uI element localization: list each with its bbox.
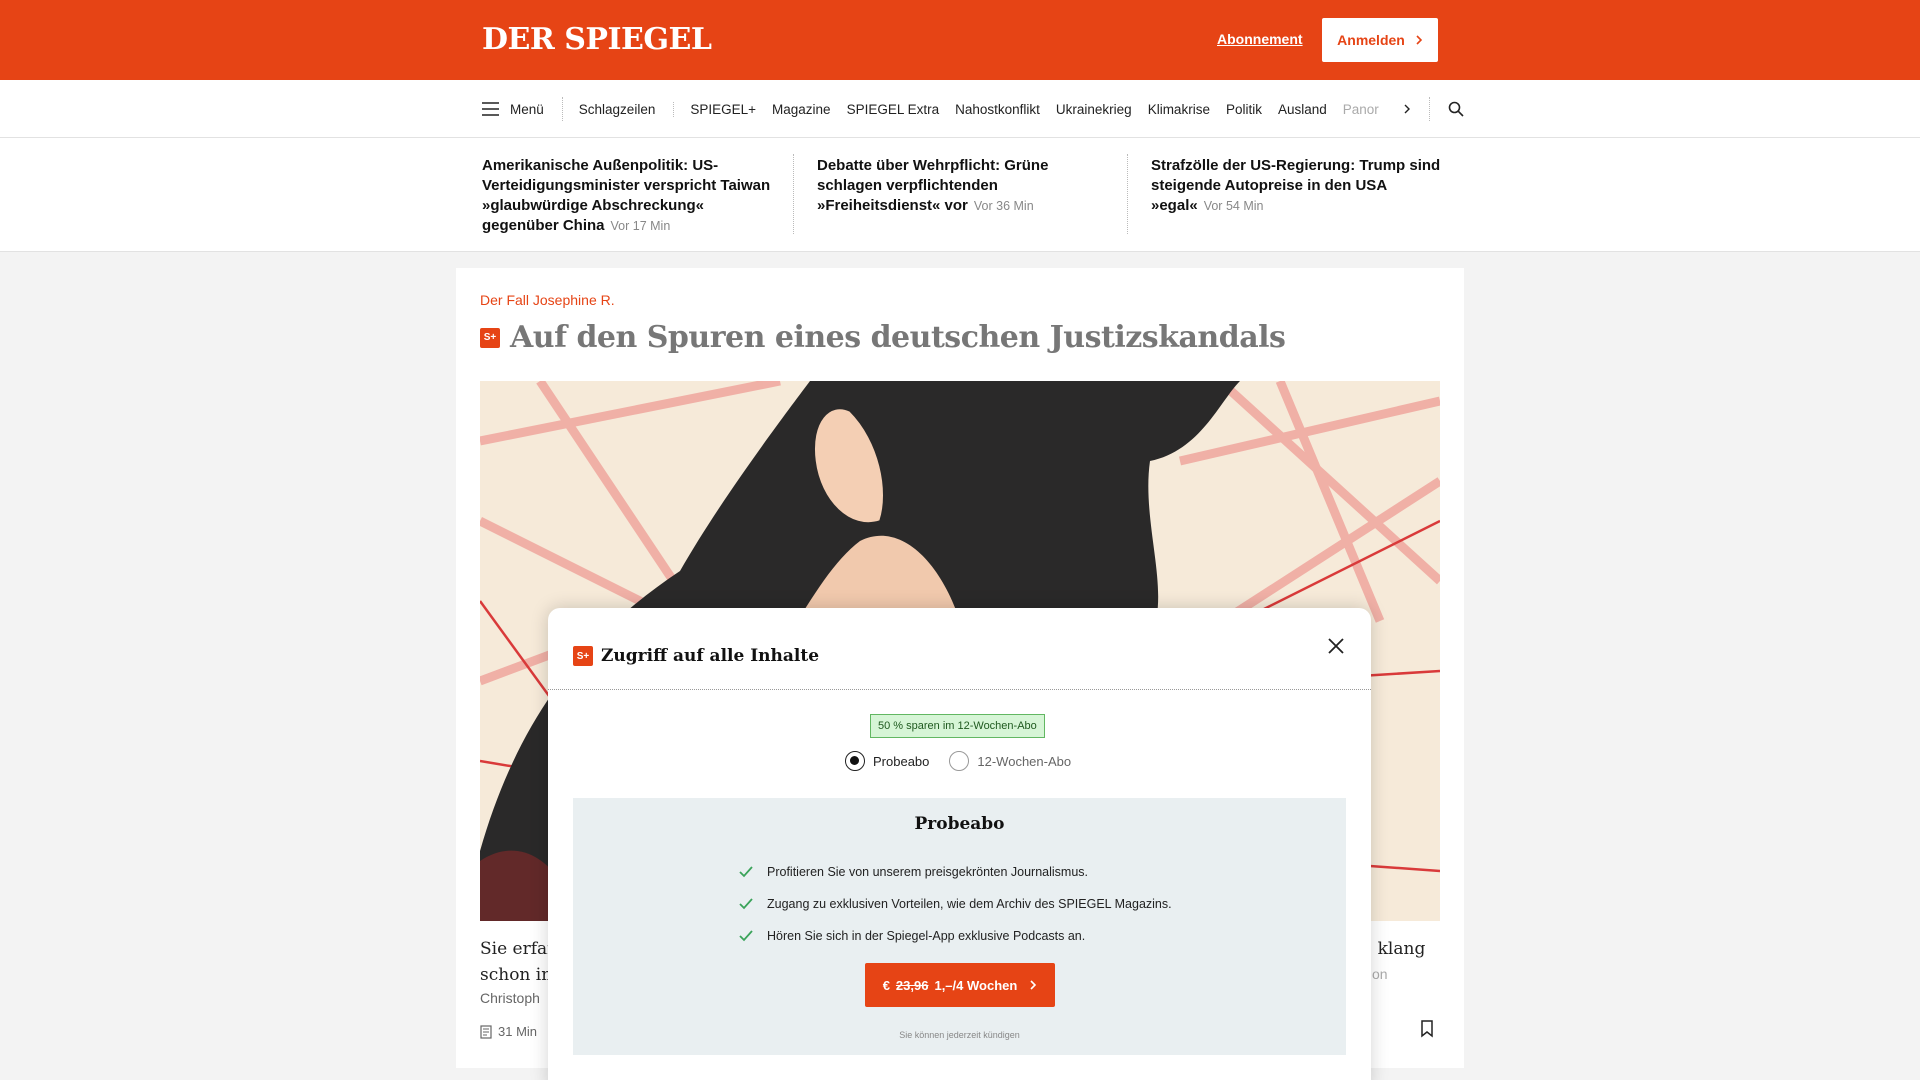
benefit-list: Profitieren Sie von unserem preisgekrönt… [739, 856, 1172, 952]
benefit-item: Hören Sie sich in der Spiegel-App exklus… [739, 920, 1172, 952]
headline-time: Vor 36 Min [973, 199, 1034, 213]
nav-item-spiegel-plus[interactable]: SPIEGEL+ [682, 102, 764, 117]
nav-item-spiegel-extra[interactable]: SPIEGEL Extra [839, 102, 948, 117]
radio-12-wochen-abo[interactable]: 12-Wochen-Abo [949, 751, 1071, 771]
benefit-text: Profitieren Sie von unserem preisgekrönt… [767, 865, 1088, 879]
radio-probeabo[interactable]: Probeabo [845, 751, 929, 771]
article-kicker[interactable]: Der Fall Josephine R. [480, 292, 615, 308]
plan-selector: Probeabo 12-Wochen-Abo [845, 751, 1091, 771]
spiegel-plus-badge: S+ [480, 327, 500, 348]
benefit-item: Zugang zu exklusiven Vorteilen, wie dem … [739, 888, 1172, 920]
headline-time: Vor 54 Min [1203, 199, 1264, 213]
teaser-line: schon im [480, 965, 550, 985]
close-icon [1328, 638, 1344, 654]
nav-item-nahostkonflikt[interactable]: Nahostkonflikt [947, 102, 1048, 117]
cta-old-price: 23,96 [895, 977, 929, 993]
article-author-right: on [1372, 966, 1388, 982]
nav-item-ukrainekrieg[interactable]: Ukrainekrieg [1048, 102, 1140, 117]
nav-item-ausland[interactable]: Ausland [1270, 102, 1335, 117]
paywall-modal: S+ Zugriff auf alle Inhalte 50 % sparen … [548, 608, 1371, 1080]
chevron-right-icon [1416, 35, 1422, 45]
teaser-line: Sie erfan [480, 939, 550, 959]
check-icon [739, 930, 753, 942]
modal-header: S+ Zugriff auf alle Inhalte [548, 608, 1371, 690]
article-title: Auf den Spuren eines deutschen Justizska… [510, 320, 1286, 355]
nav-item-klimakrise[interactable]: Klimakrise [1140, 102, 1218, 117]
chevron-right-icon [1030, 980, 1037, 990]
logo[interactable]: DER SPIEGEL [482, 22, 712, 57]
nav-item-panorama[interactable]: Panor [1335, 102, 1387, 117]
article-headline[interactable]: S+ Auf den Spuren eines deutschen Justiz… [480, 320, 1286, 355]
divider [1127, 154, 1128, 234]
headline-time: Vor 17 Min [610, 219, 671, 233]
check-icon [739, 898, 753, 910]
login-button-label: Anmelden [1337, 32, 1405, 48]
bookmark-icon [1421, 1020, 1433, 1038]
subscription-link[interactable]: Abonnement [1217, 31, 1303, 47]
headline-item[interactable]: Strafzölle der US-Regierung: Trump sind … [1151, 156, 1441, 216]
divider [793, 154, 794, 234]
article-teaser-left[interactable]: Sie erfan schon im [480, 936, 550, 988]
top-bar: DER SPIEGEL Abonnement Anmelden [0, 0, 1920, 80]
headline-item[interactable]: Debatte über Wehrpflicht: Grüne schlagen… [817, 156, 1107, 216]
search-button[interactable] [1448, 101, 1464, 117]
chevron-right-icon [1404, 104, 1410, 114]
radio-indicator [949, 751, 970, 771]
read-time: 31 Min [480, 1024, 537, 1039]
radio-label: 12-Wochen-Abo [977, 753, 1072, 769]
menu-label: Menü [510, 101, 544, 117]
nav-item-schlagzeilen[interactable]: Schlagzeilen [563, 101, 675, 117]
login-button[interactable]: Anmelden [1322, 18, 1438, 62]
check-icon [739, 866, 753, 878]
cta-currency: € [882, 977, 890, 993]
benefit-text: Hören Sie sich in der Spiegel-App exklus… [767, 929, 1086, 943]
nav-item-magazine[interactable]: Magazine [764, 102, 839, 117]
bookmark-button[interactable] [1420, 1020, 1434, 1043]
close-button[interactable] [1324, 634, 1348, 658]
radio-label: Probeabo [873, 753, 930, 769]
cancel-note: Sie können jederzeit kündigen [899, 1030, 1020, 1040]
nav-item-politik[interactable]: Politik [1218, 102, 1270, 117]
subscribe-button[interactable]: € 23,96 1,–/4 Wochen [865, 963, 1055, 1007]
radio-indicator [845, 751, 865, 771]
benefit-item: Profitieren Sie von unserem preisgekrönt… [739, 856, 1172, 888]
headline-title: Strafzölle der US-Regierung: Trump sind … [1151, 157, 1441, 214]
read-time-label: 31 Min [498, 1024, 538, 1039]
nav-scroll-right[interactable] [1403, 97, 1430, 121]
offer-box: Probeabo Profitieren Sie von unserem pre… [573, 798, 1346, 1055]
article-teaser-right[interactable]: ... klang [1356, 936, 1456, 962]
menu-button[interactable]: Menü [482, 97, 563, 121]
search-icon [1448, 101, 1464, 117]
cta-new-price: 1,–/4 Wochen [934, 977, 1018, 993]
modal-title: Zugriff auf alle Inhalte [601, 646, 820, 666]
savings-badge: 50 % sparen im 12-Wochen-Abo [870, 714, 1045, 738]
article-icon [480, 1024, 492, 1039]
offer-title: Probeabo [914, 814, 1005, 834]
headline-item[interactable]: Amerikanische Außenpolitik: US-Verteidig… [482, 156, 772, 236]
headlines-strip: Amerikanische Außenpolitik: US-Verteidig… [0, 138, 1920, 252]
main-nav: Menü Schlagzeilen SPIEGEL+ Magazine SPIE… [0, 80, 1920, 138]
article-author: Christoph [480, 990, 540, 1006]
benefit-text: Zugang zu exklusiven Vorteilen, wie dem … [767, 897, 1172, 911]
spiegel-plus-badge: S+ [573, 646, 593, 666]
hamburger-icon [482, 102, 499, 116]
